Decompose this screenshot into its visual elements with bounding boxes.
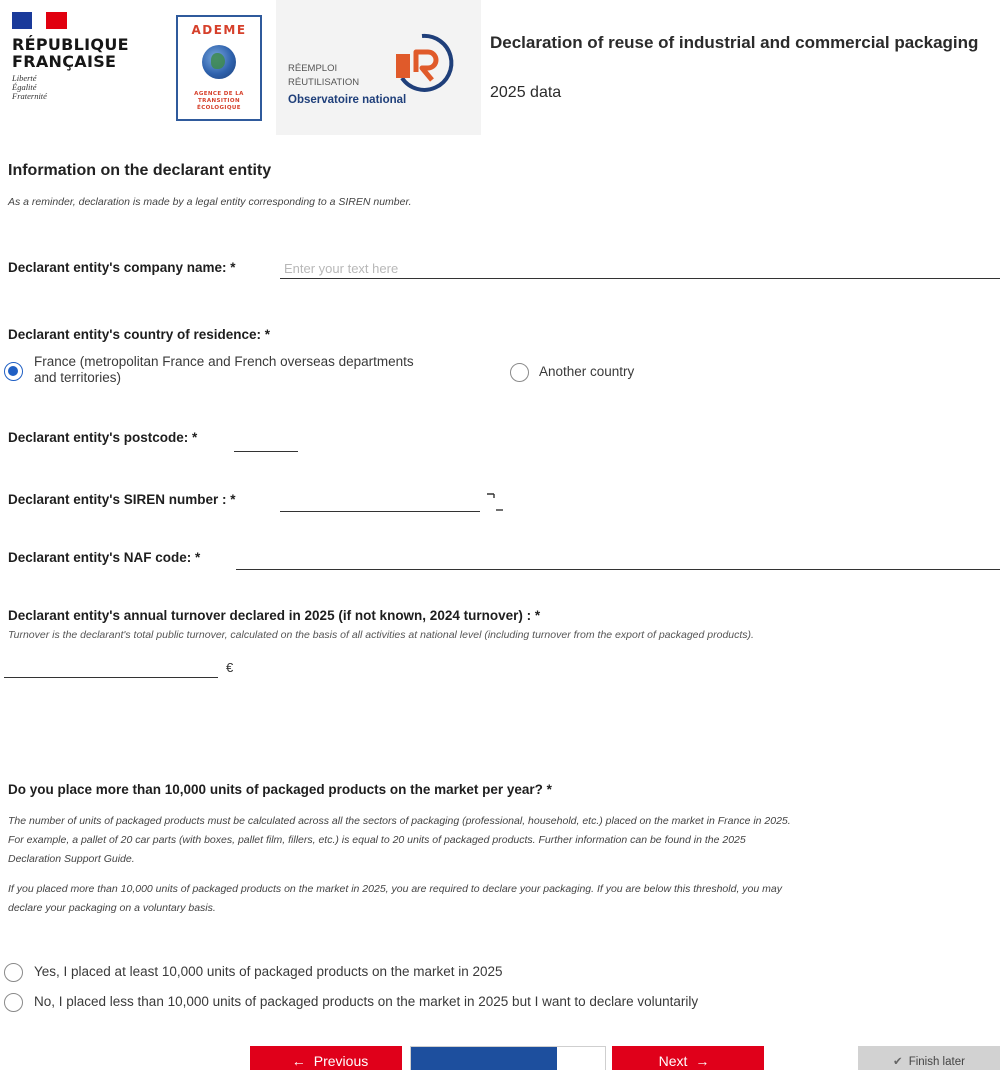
threshold-yes-option[interactable]: Yes, I placed at least 10,000 units of p…: [34, 964, 503, 980]
country-france-option[interactable]: France (metropolitan France and French o…: [34, 354, 414, 386]
country-other-option[interactable]: Another country: [539, 364, 634, 380]
para1-line2: For example, a pallet of 20 car parts (w…: [8, 834, 746, 846]
country-france-radio[interactable]: [4, 362, 23, 381]
threshold-no-option[interactable]: No, I placed less than 10,000 units of p…: [34, 994, 698, 1010]
threshold-explanation-2: If you placed more than 10,000 units of …: [8, 880, 1000, 918]
ademe-sub-3: ÉCOLOGIQUE: [197, 105, 241, 111]
country-france-text-1: France (metropolitan France and French o…: [34, 354, 414, 369]
country-france-text-2: and territories): [34, 370, 122, 385]
ademe-sub-2: TRANSITION: [198, 98, 240, 104]
threshold-explanation-1: The number of units of packaged products…: [8, 812, 1000, 869]
threshold-question-title: Do you place more than 10,000 units of p…: [8, 782, 552, 797]
page-title: Declaration of reuse of industrial and c…: [490, 33, 979, 52]
naf-code-input[interactable]: [236, 550, 1000, 570]
page-header: RÉPUBLIQUE FRANÇAISE Liberté Égalité Fra…: [0, 0, 1000, 135]
siren-help-icon[interactable]: [484, 492, 504, 512]
section-title: Information on the declarant entity: [8, 162, 272, 179]
arrow-left-icon: ←: [291, 1053, 306, 1069]
progress-bar: [410, 1046, 606, 1070]
republique-francaise-logo: RÉPUBLIQUE FRANÇAISE Liberté Égalité Fra…: [12, 12, 152, 132]
ademe-logo: ADEME AGENCE DE LA TRANSITION ÉCOLOGIQUE: [176, 15, 262, 121]
para2-line1: If you placed more than 10,000 units of …: [8, 883, 782, 895]
company-name-label: Declarant entity's company name: *: [8, 260, 236, 275]
next-button[interactable]: Next →: [612, 1046, 764, 1070]
section-reminder: As a reminder, declaration is made by a …: [8, 196, 412, 208]
next-label: Next: [658, 1053, 688, 1069]
rf-name-line2: FRANÇAISE: [12, 52, 117, 71]
obs-line3: Observatoire national: [288, 94, 407, 106]
para1-line1: The number of units of packaged products…: [8, 815, 791, 827]
obs-line2: RÉUTILISATION: [288, 77, 360, 88]
company-name-input[interactable]: [280, 259, 1000, 279]
obs-line1: RÉEMPLOI: [288, 63, 338, 74]
reemploi-mark-icon: [396, 33, 454, 92]
para2-line2: declare your packaging on a voluntary ba…: [8, 902, 216, 914]
ademe-sub-1: AGENCE DE LA: [194, 91, 244, 97]
siren-label: Declarant entity's SIREN number : *: [8, 492, 236, 507]
observatoire-logo: RÉEMPLOI RÉUTILISATION Observatoire nati…: [276, 0, 481, 135]
country-label: Declarant entity's country of residence:…: [8, 327, 271, 342]
naf-label: Declarant entity's NAF code: *: [8, 550, 201, 565]
postcode-input[interactable]: [234, 432, 298, 452]
rf-motto-3: Fraternité: [12, 91, 47, 101]
page-subtitle: 2025 data: [490, 84, 562, 101]
finish-later-label: Finish later: [908, 1056, 965, 1068]
turnover-hint: Turnover is the declarant's total public…: [8, 629, 754, 641]
french-flag-icon: [12, 12, 67, 29]
threshold-yes-radio[interactable]: [4, 963, 23, 982]
ademe-title: ADEME: [191, 23, 247, 37]
country-other-radio[interactable]: [510, 363, 529, 382]
para1-line3: Declaration Support Guide.: [8, 853, 135, 865]
previous-button[interactable]: ← Previous: [250, 1046, 402, 1070]
euro-unit: €: [226, 660, 234, 675]
threshold-no-radio[interactable]: [4, 993, 23, 1012]
progress-fill: [411, 1047, 557, 1070]
turnover-label: Declarant entity's annual turnover decla…: [8, 608, 541, 623]
finish-later-button[interactable]: ✔ Finish later: [858, 1046, 1000, 1070]
postcode-label: Declarant entity's postcode: *: [8, 430, 198, 445]
turnover-input[interactable]: [4, 658, 218, 678]
arrow-right-icon: →: [695, 1053, 710, 1069]
siren-input[interactable]: [280, 492, 480, 512]
check-icon: ✔: [893, 1056, 903, 1068]
previous-label: Previous: [313, 1053, 369, 1069]
globe-icon: [202, 45, 236, 79]
rf-name-line1: RÉPUBLIQUE: [12, 35, 129, 54]
